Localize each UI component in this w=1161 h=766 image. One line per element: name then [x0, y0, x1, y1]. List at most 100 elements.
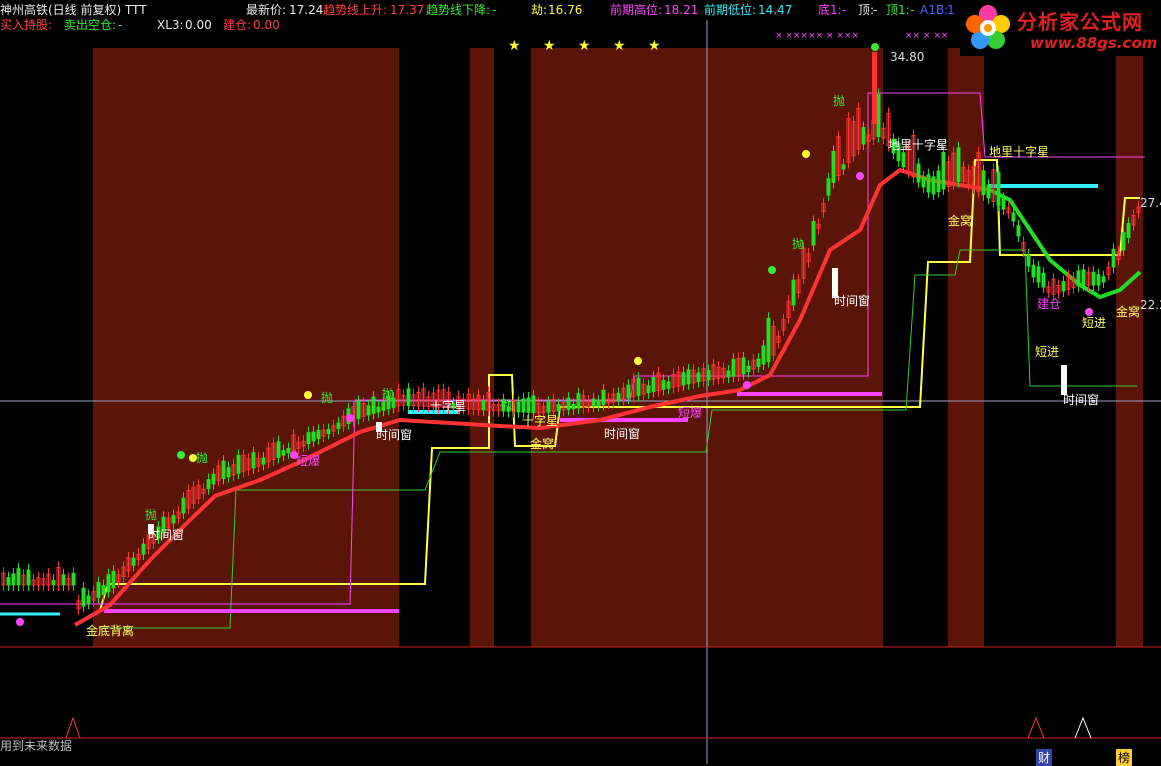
candle-body	[901, 152, 906, 168]
candle-body	[366, 405, 371, 416]
candle-body	[931, 176, 936, 195]
candle-body	[171, 515, 176, 524]
prev-low-value: 14.47	[758, 3, 793, 17]
candle-body	[71, 572, 76, 586]
candle-body	[1036, 266, 1041, 283]
candle-body	[481, 400, 486, 411]
signal-dot	[346, 414, 354, 422]
annotation-diliu-cross-1: 地里十字星	[888, 138, 949, 152]
candle-body	[696, 372, 701, 383]
candle-body	[646, 385, 651, 394]
candle-body	[651, 376, 656, 393]
peak-candle	[872, 52, 877, 124]
candle-body	[526, 397, 531, 413]
candle-body	[406, 388, 411, 406]
zone-band	[1116, 48, 1143, 647]
trend-up-label: 趋势线上升:	[323, 3, 388, 17]
prev-low-label: 前期低位:	[704, 3, 757, 17]
candle-body	[1061, 281, 1066, 292]
annotation-throw-2: 抛	[196, 451, 209, 465]
candle-body	[81, 587, 86, 607]
candle-body	[211, 473, 216, 485]
annotation-build: 建仓	[1037, 297, 1062, 311]
buy-hold-label: 买入持股:	[0, 18, 53, 32]
candle-body	[741, 357, 746, 375]
prev-high-label: 前期高位:	[610, 3, 663, 17]
candle-body	[831, 151, 836, 183]
top1-label: 顶1:	[886, 3, 910, 17]
candle-body	[516, 401, 521, 413]
annotation-throw-7: 抛	[833, 94, 846, 108]
candle-body	[1011, 212, 1016, 222]
candle-body	[556, 403, 561, 412]
candle-body	[316, 429, 321, 440]
candle-body	[1001, 198, 1006, 210]
candle-body	[706, 369, 711, 381]
candle-body	[1091, 271, 1096, 286]
candle-body	[131, 557, 136, 566]
candle-body	[521, 398, 526, 413]
candle-body	[356, 400, 361, 420]
annotation-short-enter-2: 短进	[1082, 316, 1107, 330]
candle-body	[336, 422, 341, 429]
candle-body	[141, 543, 146, 555]
signal-dot	[802, 150, 810, 158]
prev-high-value: 18.21	[664, 3, 699, 17]
candle-body	[576, 393, 581, 409]
annotation-gold-bottom-divergence: 金底背离	[86, 624, 135, 638]
annotation-throw-4: 抛	[382, 387, 395, 401]
jie-value: 16.76	[548, 3, 583, 17]
bottom1-label: 底1:	[818, 3, 842, 17]
candle-body	[811, 221, 816, 246]
star-icon: ★	[648, 38, 661, 54]
candle-body	[601, 389, 606, 405]
tag-bang: 榜	[1116, 749, 1133, 766]
zone-band	[948, 48, 984, 647]
candle-body	[1031, 264, 1036, 278]
signal-dot	[634, 357, 642, 365]
candle-body	[326, 428, 331, 434]
candle-body	[1111, 248, 1116, 268]
candle-body	[1081, 269, 1086, 286]
candle-body	[311, 431, 316, 442]
candle-body	[206, 479, 211, 490]
candle-body	[1121, 232, 1126, 251]
candle-body	[1041, 272, 1046, 288]
flower-logo-icon	[966, 5, 1010, 49]
candle-body	[371, 396, 376, 414]
annotation-time-window-1: 时间窗	[148, 528, 185, 542]
sell-empty-label: 卖出空仓:	[64, 18, 117, 32]
annotation-gold-nest-3: 金窝	[1116, 305, 1141, 319]
candle-body	[996, 171, 1001, 206]
annotation-time-window-4: 时间窗	[834, 294, 871, 308]
candle-body	[101, 585, 106, 596]
candle-body	[51, 579, 56, 586]
a1b-value: 1	[947, 3, 955, 17]
annotation-cross-star-1: 十字星	[430, 399, 467, 413]
candle-body	[106, 574, 111, 593]
signal-dot	[177, 451, 185, 459]
candle-body	[636, 377, 641, 396]
candle-body	[1101, 276, 1106, 283]
signal-dot	[304, 391, 312, 399]
annotation-diliu-cross-2: 地里十字星	[989, 145, 1050, 159]
candle-body	[86, 595, 91, 604]
candle-body	[591, 398, 596, 407]
candle-body	[956, 147, 961, 182]
price-label-right-lower: 22.2	[1140, 298, 1161, 312]
star-icon: ★	[578, 38, 591, 54]
logo-url: www.88gs.com	[1030, 34, 1158, 52]
annotation-cross-star-2: 十字星	[522, 414, 559, 428]
candle-body	[596, 400, 601, 406]
chart-canvas[interactable]: ★ ★ ★ ★ ★ × ××××× × ××× ×× × ××	[0, 0, 1161, 764]
candle-body	[286, 448, 291, 454]
a1b-label: A1B:	[920, 3, 949, 17]
trend-up-value: 17.37	[390, 3, 425, 17]
candle-body	[251, 452, 256, 469]
candle-body	[11, 573, 16, 586]
candle-body	[376, 406, 381, 413]
candle-body	[1126, 222, 1131, 239]
candle-body	[1096, 274, 1101, 286]
top1-value: -	[910, 3, 915, 17]
annotation-short-enter-1: 短进	[1035, 345, 1060, 359]
